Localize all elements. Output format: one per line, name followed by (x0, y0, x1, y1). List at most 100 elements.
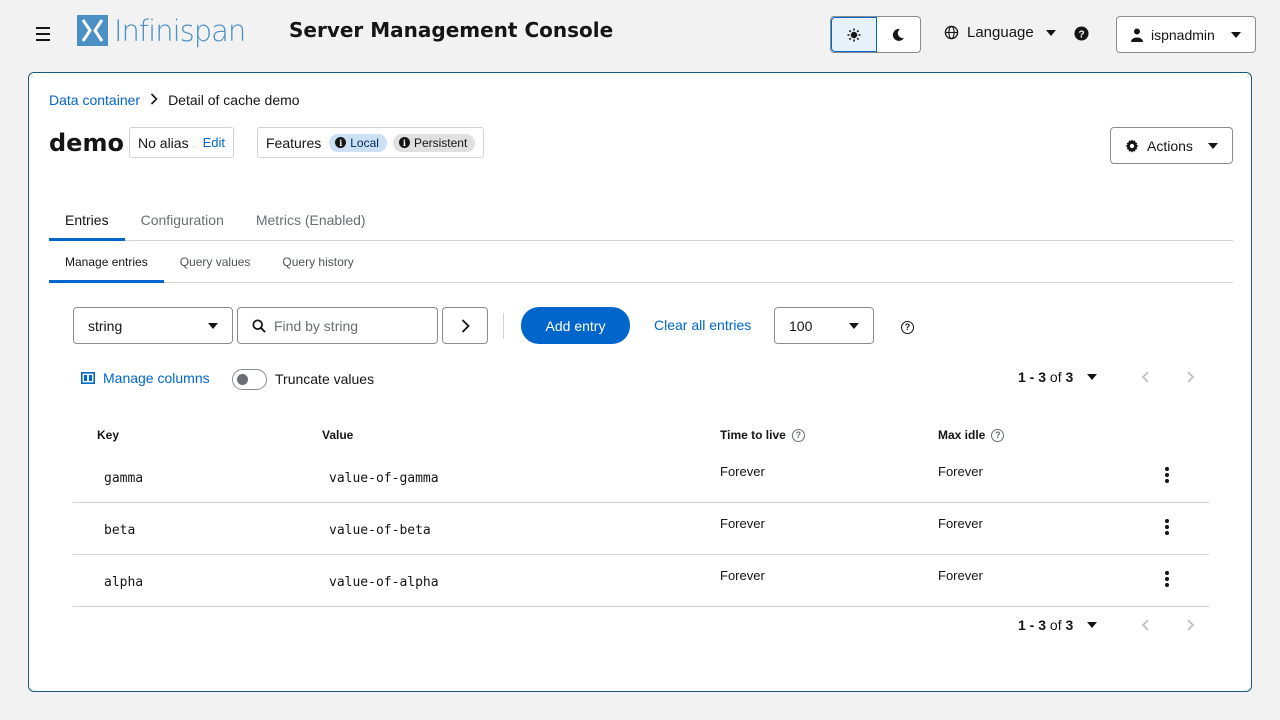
column-header-key: Key (97, 428, 119, 442)
pagination-range: 1 - 3 (1018, 617, 1047, 633)
chevron-right-icon (461, 318, 470, 333)
help-button[interactable]: ? (1074, 26, 1089, 46)
tab-configuration[interactable]: Configuration (125, 199, 240, 240)
question-circle-icon: ? (901, 320, 914, 334)
question-circle-icon[interactable]: ? (991, 428, 1005, 442)
pagination-range: 1 - 3 (1018, 369, 1047, 385)
search-submit-button[interactable] (442, 307, 488, 344)
page-size-value: 100 (789, 317, 813, 334)
subtab-manage-entries[interactable]: Manage entries (49, 241, 164, 283)
add-entry-button[interactable]: Add entry (521, 307, 630, 344)
feature-badge-persistent: i Persistent (392, 133, 476, 152)
truncate-values-toggle[interactable] (232, 369, 267, 390)
light-theme-button[interactable] (831, 17, 877, 52)
features-label: Features (266, 134, 322, 151)
next-page-button[interactable] (1187, 370, 1195, 386)
pagination-of: of (1049, 617, 1062, 633)
search-placeholder: Find by string (274, 317, 359, 334)
subtab-query-values[interactable]: Query values (164, 241, 267, 282)
pagination-top-toggle[interactable]: 1 - 3 of 3 (1018, 369, 1098, 385)
caret-down-icon (1231, 31, 1241, 38)
entry-key: alpha (104, 575, 144, 590)
search-icon (252, 318, 266, 333)
entry-ttl: Forever (720, 516, 765, 531)
pagination-total: 3 (1065, 369, 1074, 385)
question-circle-icon[interactable]: ? (791, 428, 805, 442)
caret-down-icon (1208, 142, 1218, 149)
column-header-label: Time to live (720, 428, 786, 442)
toggle-knob (237, 374, 248, 385)
moon-icon (893, 28, 905, 41)
column-header-value: Value (322, 428, 353, 442)
user-icon (1131, 28, 1143, 42)
edit-alias-link[interactable]: Edit (203, 135, 225, 150)
cache-name-title: demo (49, 129, 124, 157)
app-title: Server Management Console (289, 18, 614, 42)
search-input[interactable]: Find by string (237, 307, 438, 344)
caret-down-icon (1045, 29, 1056, 36)
alias-text: No alias (138, 134, 189, 151)
tab-entries[interactable]: Entries (49, 199, 125, 241)
globe-icon (944, 25, 959, 40)
truncate-values-label: Truncate values (275, 371, 375, 387)
clear-all-entries-button[interactable]: Clear all entries (654, 317, 751, 333)
prev-page-button[interactable] (1141, 370, 1149, 386)
row-kebab-menu-icon[interactable] (1165, 519, 1169, 537)
row-kebab-menu-icon[interactable] (1165, 571, 1169, 589)
entry-max-idle: Forever (938, 464, 983, 479)
caret-down-icon (849, 322, 859, 329)
breadcrumb-current: Detail of cache demo (168, 92, 300, 108)
language-label: Language (967, 24, 1034, 41)
info-icon: i (398, 137, 410, 148)
toolbar-divider (503, 313, 504, 339)
columns-icon (81, 372, 95, 384)
next-page-button[interactable] (1187, 618, 1195, 634)
sun-icon (847, 28, 861, 41)
entry-key: beta (104, 523, 136, 538)
table-row: alpha value-of-alpha Forever Forever (73, 555, 1209, 607)
entry-ttl: Forever (720, 568, 765, 583)
caret-down-icon (1087, 622, 1098, 628)
actions-dropdown-button[interactable]: Actions (1110, 127, 1233, 164)
row-kebab-menu-icon[interactable] (1165, 467, 1169, 485)
manage-columns-button[interactable]: Manage columns (81, 370, 210, 386)
chevron-left-icon (1141, 619, 1149, 631)
breadcrumb-data-container-link[interactable]: Data container (49, 92, 140, 108)
gear-icon (1125, 138, 1139, 153)
entry-max-idle: Forever (938, 516, 983, 531)
brand-name: Infinispan (114, 13, 246, 48)
alias-box: No alias Edit (129, 127, 234, 158)
language-selector[interactable]: Language (944, 24, 1056, 41)
feature-badge-label: Persistent (413, 135, 468, 150)
key-type-select[interactable]: string (73, 307, 233, 344)
hamburger-menu-icon[interactable] (36, 27, 50, 41)
user-menu-button[interactable]: ispnadmin (1116, 16, 1256, 53)
table-row: gamma value-of-gamma Forever Forever (73, 451, 1209, 503)
subtab-query-history[interactable]: Query history (266, 241, 369, 282)
manage-columns-label: Manage columns (103, 370, 210, 386)
table-row: beta value-of-beta Forever Forever (73, 503, 1209, 555)
entry-value: value-of-beta (329, 523, 431, 538)
page-size-select[interactable]: 100 (774, 307, 874, 344)
query-help-button[interactable]: ? (901, 317, 914, 335)
svg-text:?: ? (1078, 29, 1084, 40)
pagination-total: 3 (1065, 617, 1074, 633)
prev-page-button[interactable] (1141, 618, 1149, 634)
dark-theme-button[interactable] (877, 17, 921, 52)
infinispan-logo: Infinispan (77, 13, 246, 48)
pagination-bottom-toggle[interactable]: 1 - 3 of 3 (1018, 617, 1098, 633)
pagination-of: of (1049, 369, 1062, 385)
caret-down-icon (1087, 374, 1098, 380)
feature-badge-label: Local (350, 135, 379, 150)
column-header-label: Key (97, 428, 120, 442)
username: ispnadmin (1151, 26, 1215, 43)
chevron-right-icon (1187, 371, 1195, 383)
entries-subtabs: Manage entries Query values Query histor… (49, 241, 1233, 283)
chevron-right-icon (150, 92, 158, 108)
tab-metrics[interactable]: Metrics (Enabled) (240, 199, 382, 240)
infinispan-logo-mark-icon (77, 15, 108, 46)
actions-label: Actions (1147, 137, 1193, 154)
chevron-left-icon (1141, 371, 1149, 383)
cache-detail-card: Data container Detail of cache demo demo… (28, 72, 1252, 692)
entry-value: value-of-gamma (329, 471, 439, 486)
